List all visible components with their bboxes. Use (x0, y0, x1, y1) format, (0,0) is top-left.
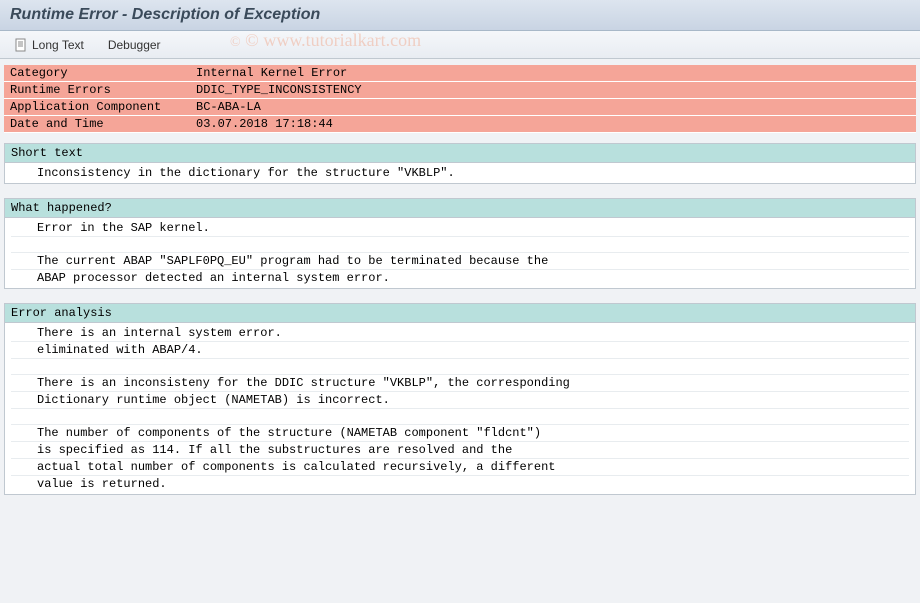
section-line (11, 359, 909, 375)
section-body: Error in the SAP kernel. The current ABAP… (5, 218, 915, 288)
section-line: is specified as 114. If all the substruc… (11, 442, 909, 459)
content-area: Category Internal Kernel Error Runtime E… (0, 59, 920, 602)
section-line: The current ABAP "SAPLF0PQ_EU" program h… (11, 253, 909, 270)
section-line: There is an internal system error. (11, 325, 909, 342)
section-line: There is an inconsisteny for the DDIC st… (11, 375, 909, 392)
section-line: ABAP processor detected an internal syst… (11, 270, 909, 286)
info-label: Category (4, 65, 190, 81)
section-line (11, 409, 909, 425)
document-icon (14, 38, 28, 52)
info-label: Runtime Errors (4, 82, 190, 98)
section-line: Dictionary runtime object (NAMETAB) is i… (11, 392, 909, 409)
section-line: value is returned. (11, 476, 909, 492)
debugger-button[interactable]: Debugger (102, 36, 167, 54)
section-line: eliminated with ABAP/4. (11, 342, 909, 359)
info-row-runtime-errors: Runtime Errors DDIC_TYPE_INCONSISTENCY (4, 82, 916, 99)
section-what-happened: What happened? Error in the SAP kernel. T… (4, 198, 916, 289)
window-header: Runtime Error - Description of Exception (0, 0, 920, 31)
section-header: Short text (5, 144, 915, 163)
debugger-label: Debugger (108, 38, 161, 52)
section-line: The number of components of the structur… (11, 425, 909, 442)
section-line: Inconsistency in the dictionary for the … (11, 165, 909, 181)
info-row-application-component: Application Component BC-ABA-LA (4, 99, 916, 116)
info-label: Date and Time (4, 116, 190, 132)
section-header: Error analysis (5, 304, 915, 323)
section-body: There is an internal system error.elimin… (5, 323, 915, 494)
long-text-button[interactable]: Long Text (8, 36, 90, 54)
info-value: BC-ABA-LA (190, 99, 916, 115)
info-row-category: Category Internal Kernel Error (4, 65, 916, 82)
section-line: actual total number of components is cal… (11, 459, 909, 476)
info-value: Internal Kernel Error (190, 65, 916, 81)
section-error-analysis: Error analysis There is an internal syst… (4, 303, 916, 495)
section-short-text: Short text Inconsistency in the dictiona… (4, 143, 916, 184)
info-value: 03.07.2018 17:18:44 (190, 116, 916, 132)
info-row-date-time: Date and Time 03.07.2018 17:18:44 (4, 116, 916, 133)
page-title: Runtime Error - Description of Exception (10, 6, 910, 24)
long-text-label: Long Text (32, 38, 84, 52)
section-header: What happened? (5, 199, 915, 218)
section-line (11, 237, 909, 253)
toolbar: Long Text Debugger (0, 31, 920, 59)
info-table: Category Internal Kernel Error Runtime E… (4, 65, 916, 133)
info-label: Application Component (4, 99, 190, 115)
info-value: DDIC_TYPE_INCONSISTENCY (190, 82, 916, 98)
section-body: Inconsistency in the dictionary for the … (5, 163, 915, 183)
section-line: Error in the SAP kernel. (11, 220, 909, 237)
